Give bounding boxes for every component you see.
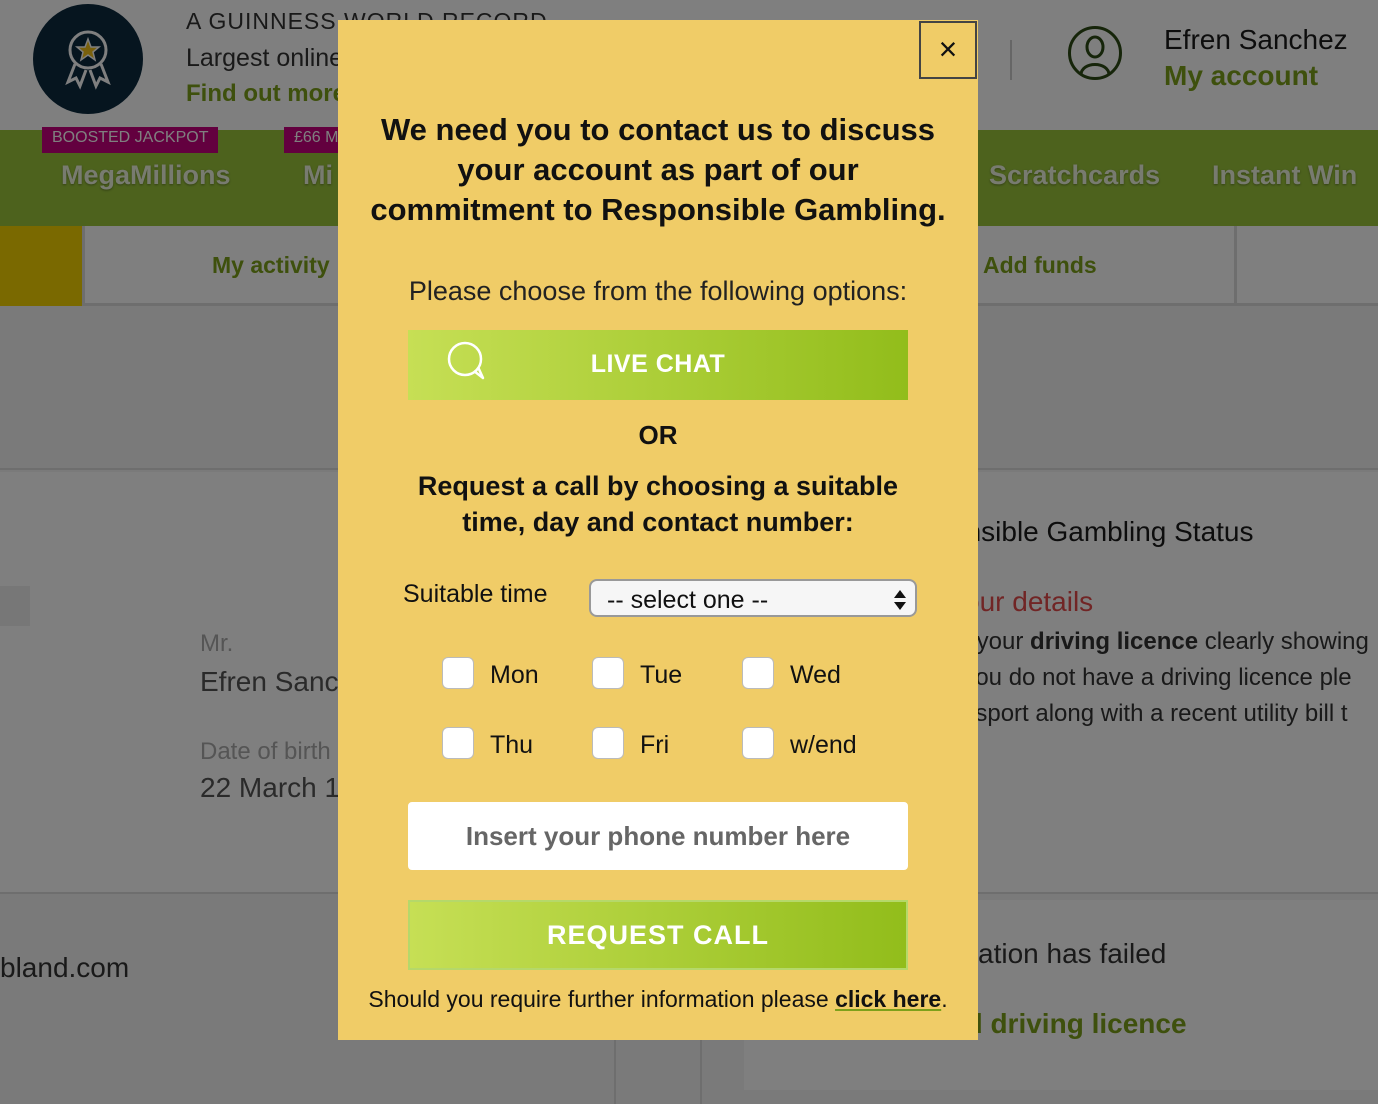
day-label: Fri [640,731,670,759]
select-arrows-icon [894,590,906,610]
close-icon[interactable]: × [919,21,977,79]
footer-note-end: . [941,986,948,1012]
day-label: Mon [490,661,539,689]
modal-intro: Please choose from the following options… [408,276,908,306]
footer-note-text: Should you require further information p… [368,986,836,1012]
modal-heading-line: commitment to Responsible Gambling. [370,192,946,227]
or-separator: OR [638,420,678,450]
live-chat-label: LIVE CHAT [590,350,726,378]
modal-heading-line: We need you to contact us to discuss [380,112,936,147]
checkbox[interactable] [442,657,474,689]
request-call-instructions: Request a call by choosing a suitable ti… [358,468,958,540]
day-label: w/end [790,731,857,759]
suitable-time-select[interactable]: -- select one -- [589,579,917,617]
request-call-label: REQUEST CALL [546,920,769,950]
request-instruction-line: Request a call by choosing a suitable [417,471,899,501]
suitable-time-label: Suitable time [403,580,548,608]
click-here-link[interactable]: click here [835,986,941,1012]
checkbox[interactable] [742,657,774,689]
checkbox[interactable] [442,727,474,759]
suitable-time-value: -- select one -- [607,586,769,614]
modal-footer-note: Should you require further information p… [338,986,978,1013]
modal-heading: We need you to contact us to discuss you… [358,110,958,230]
day-label: Wed [790,661,841,689]
checkbox[interactable] [742,727,774,759]
checkbox[interactable] [592,657,624,689]
request-call-button[interactable]: REQUEST CALL [408,900,908,970]
phone-number-input[interactable] [408,802,908,870]
request-instruction-line: time, day and contact number: [462,507,854,537]
responsible-gambling-modal: × We need you to contact us to discuss y… [338,20,978,1040]
day-label: Tue [640,661,683,689]
day-label: Thu [490,731,534,759]
live-chat-button[interactable]: LIVE CHAT [408,330,908,400]
checkbox[interactable] [592,727,624,759]
modal-heading-line: your account as part of our [457,152,859,187]
